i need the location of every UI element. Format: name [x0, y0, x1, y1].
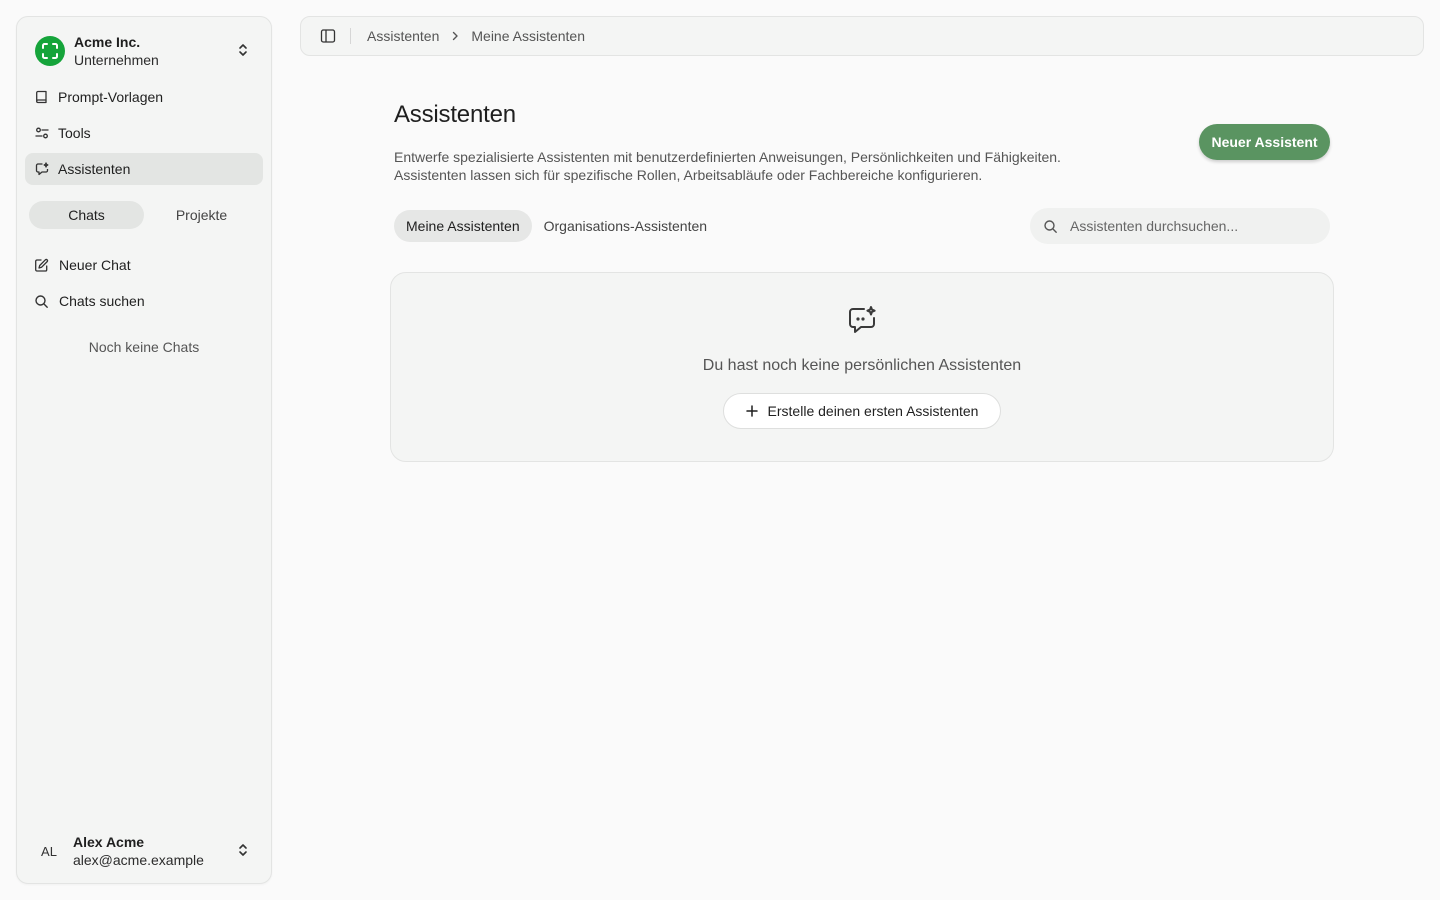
org-name: Acme Inc.	[74, 34, 141, 50]
search-input[interactable]	[1070, 218, 1310, 234]
divider	[350, 28, 351, 44]
new-chat-button[interactable]: Neuer Chat	[25, 249, 263, 281]
user-name: Alex Acme	[73, 834, 145, 850]
empty-chats-text: Noch keine Chats	[88, 339, 200, 355]
empty-state-text: Du hast noch keine persönlichen Assisten…	[702, 357, 1022, 374]
breadcrumb-assistenten[interactable]: Assistenten	[367, 28, 439, 44]
search-chats-button[interactable]: Chats suchen	[25, 285, 263, 317]
sidebar-item-assistenten[interactable]: Assistenten	[25, 153, 263, 185]
search-box	[1030, 208, 1330, 244]
sidebar-toggle-button[interactable]	[318, 26, 338, 46]
search-chats-label: Chats suchen	[59, 293, 145, 309]
chat-sparkle-icon	[35, 162, 49, 176]
tab-organisations-assistenten[interactable]: Organisations-Assistenten	[532, 210, 719, 242]
sidebar-item-label: Prompt-Vorlagen	[58, 89, 164, 105]
org-logo-icon	[35, 36, 65, 66]
new-assistant-button[interactable]: Neuer Assistent	[1199, 124, 1330, 160]
breadcrumb-meine-assistenten: Meine Assistenten	[471, 28, 585, 44]
sidebar-item-label: Assistenten	[58, 161, 131, 177]
chevron-right-icon	[451, 31, 459, 41]
user-menu[interactable]: AL Alex Acme alex@acme.example	[33, 831, 259, 871]
sidebar-item-tools[interactable]: Tools	[25, 117, 263, 149]
create-first-assistant-label: Erstelle deinen ersten Assistenten	[767, 403, 979, 419]
chat-sparkle-icon	[846, 305, 878, 337]
panel-left-icon	[320, 28, 336, 44]
page-title: Assistenten	[394, 101, 516, 128]
sidebar: Acme Inc. Unternehmen Prompt-Vorlagen To…	[16, 16, 272, 884]
description-line: Assistenten lassen sich für spezifische …	[394, 167, 983, 183]
breadcrumb: Assistenten Meine Assistenten	[367, 28, 585, 44]
assistant-tabs: Meine Assistenten Organisations-Assisten…	[394, 210, 719, 242]
org-switcher[interactable]: Acme Inc. Unternehmen	[33, 31, 259, 71]
sidebar-item-label: Tools	[58, 125, 91, 141]
avatar: AL	[41, 843, 57, 859]
search-icon	[1043, 219, 1058, 234]
edit-icon	[34, 258, 49, 273]
sliders-icon	[35, 126, 49, 140]
chevrons-up-down-icon	[237, 842, 249, 858]
top-bar: Assistenten Meine Assistenten	[300, 16, 1424, 56]
segment-chats[interactable]: Chats	[29, 201, 144, 229]
description-line: Entwerfe spezialisierte Assistenten mit …	[394, 149, 1061, 165]
sidebar-item-prompt-vorlagen[interactable]: Prompt-Vorlagen	[25, 81, 263, 113]
plus-icon	[745, 405, 758, 417]
search-icon	[34, 294, 49, 309]
page-description: Entwerfe spezialisierte Assistenten mit …	[394, 148, 1154, 184]
tab-meine-assistenten[interactable]: Meine Assistenten	[394, 210, 532, 242]
org-subtitle: Unternehmen	[74, 52, 159, 68]
chats-projects-toggle: Chats Projekte	[29, 201, 259, 229]
new-chat-label: Neuer Chat	[59, 257, 131, 273]
empty-state-card: Du hast noch keine persönlichen Assisten…	[390, 272, 1334, 462]
book-icon	[35, 90, 49, 104]
user-email: alex@acme.example	[73, 852, 204, 868]
chevrons-up-down-icon	[237, 42, 249, 58]
create-first-assistant-button[interactable]: Erstelle deinen ersten Assistenten	[723, 393, 1001, 429]
segment-projekte[interactable]: Projekte	[144, 201, 259, 229]
